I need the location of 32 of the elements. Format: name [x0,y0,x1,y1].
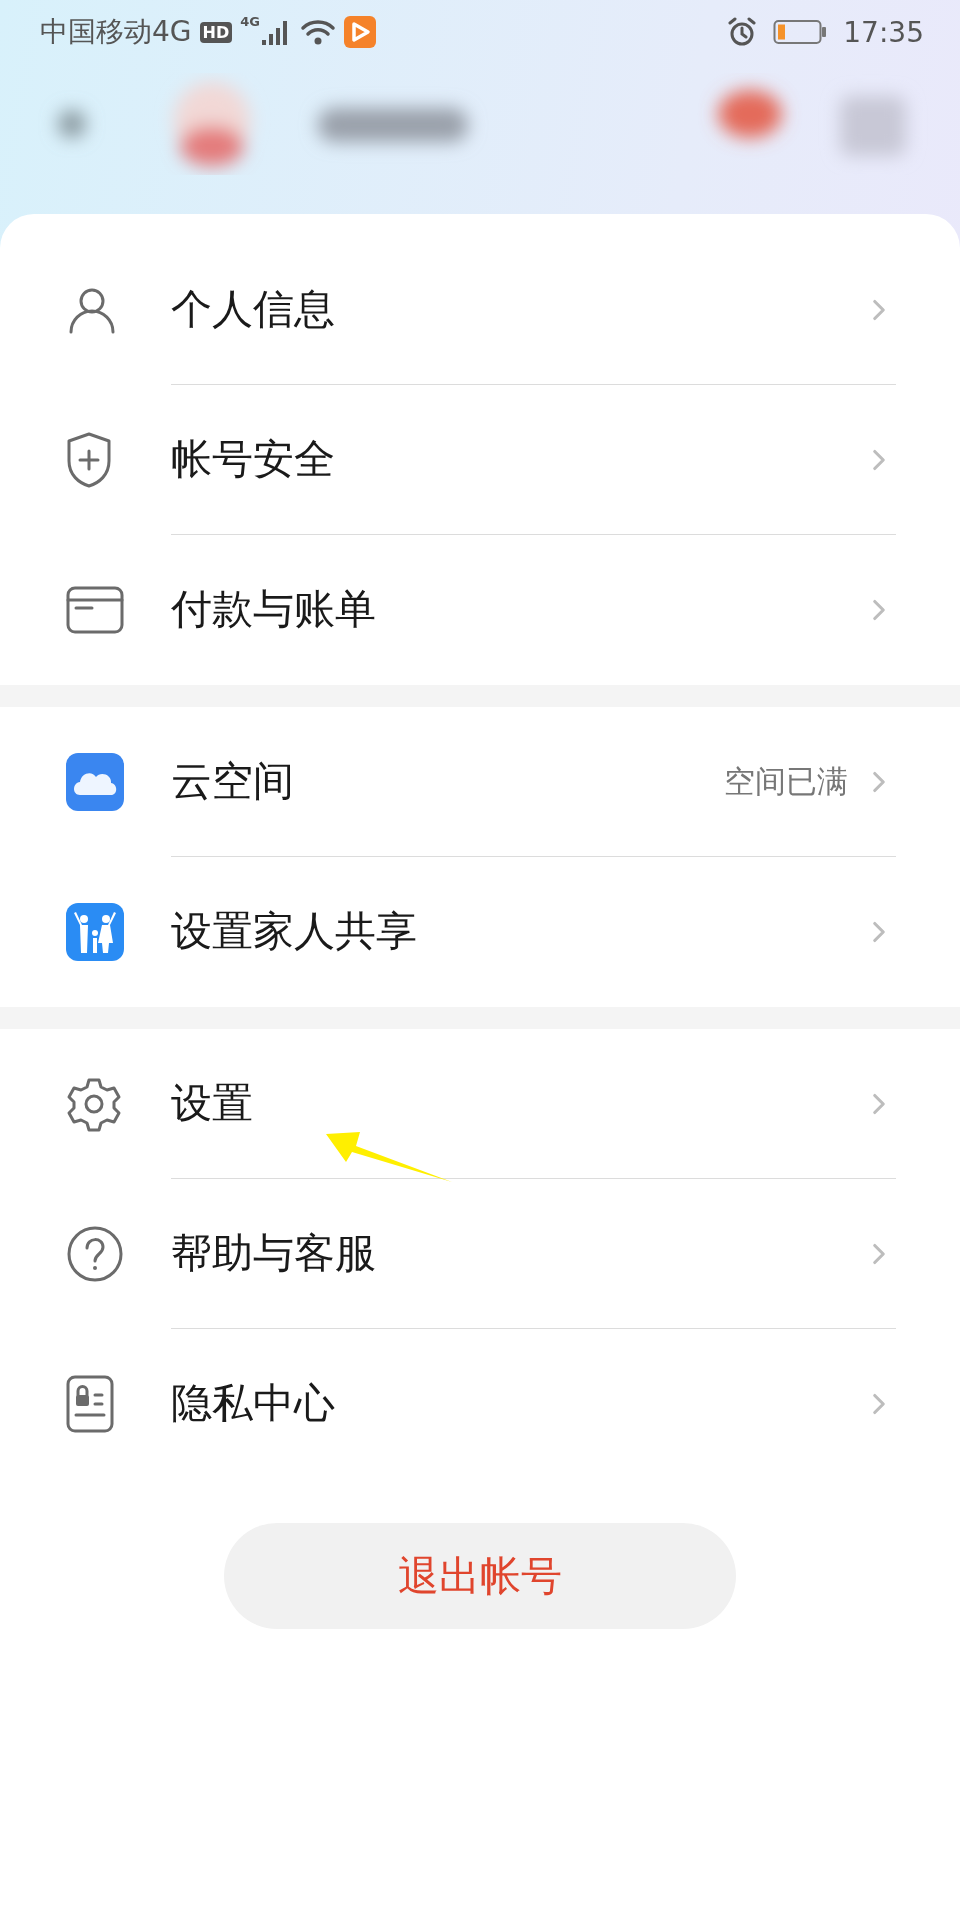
alarm-icon [727,17,758,47]
menu-item[interactable]: 个人信息 [0,235,960,385]
family-app-icon [66,903,124,961]
wifi-icon [299,18,336,46]
privacy-icon [66,1375,114,1433]
menu-label: 设置家人共享 [171,906,418,957]
menu-item[interactable]: 隐私中心 [0,1329,960,1479]
carrier-name: 中国移动4G [40,14,192,50]
network-type: 4G [240,14,260,29]
video-app-icon [343,16,376,48]
menu-label: 帮助与客服 [171,1228,377,1279]
menu-label: 付款与账单 [171,584,377,635]
menu-label: 隐私中心 [171,1378,336,1429]
menu-label: 设置 [171,1078,254,1129]
settings-icon [66,1076,122,1132]
battery-icon [773,18,828,46]
menu-item[interactable]: 设置家人共享 [0,857,960,1007]
menu-value: 空间已满 [724,761,848,801]
menu-item[interactable]: 付款与账单 [0,535,960,685]
logout-button[interactable]: 退出帐号 [224,1523,736,1629]
cloud-app-icon [66,753,124,811]
menu-label: 帐号安全 [171,434,336,485]
menu-item[interactable]: 帐号安全 [0,385,960,535]
help-icon [66,1225,124,1283]
hd-badge: HD [199,21,233,43]
menu-item[interactable]: 帮助与客服 [0,1179,960,1329]
shield-icon [66,431,112,489]
menu-item[interactable]: 云空间 空间已满 [0,707,960,857]
clock-time: 17:35 [843,15,924,49]
menu-label: 个人信息 [171,284,336,335]
card-icon [66,586,124,634]
menu-label: 云空间 [171,756,295,807]
